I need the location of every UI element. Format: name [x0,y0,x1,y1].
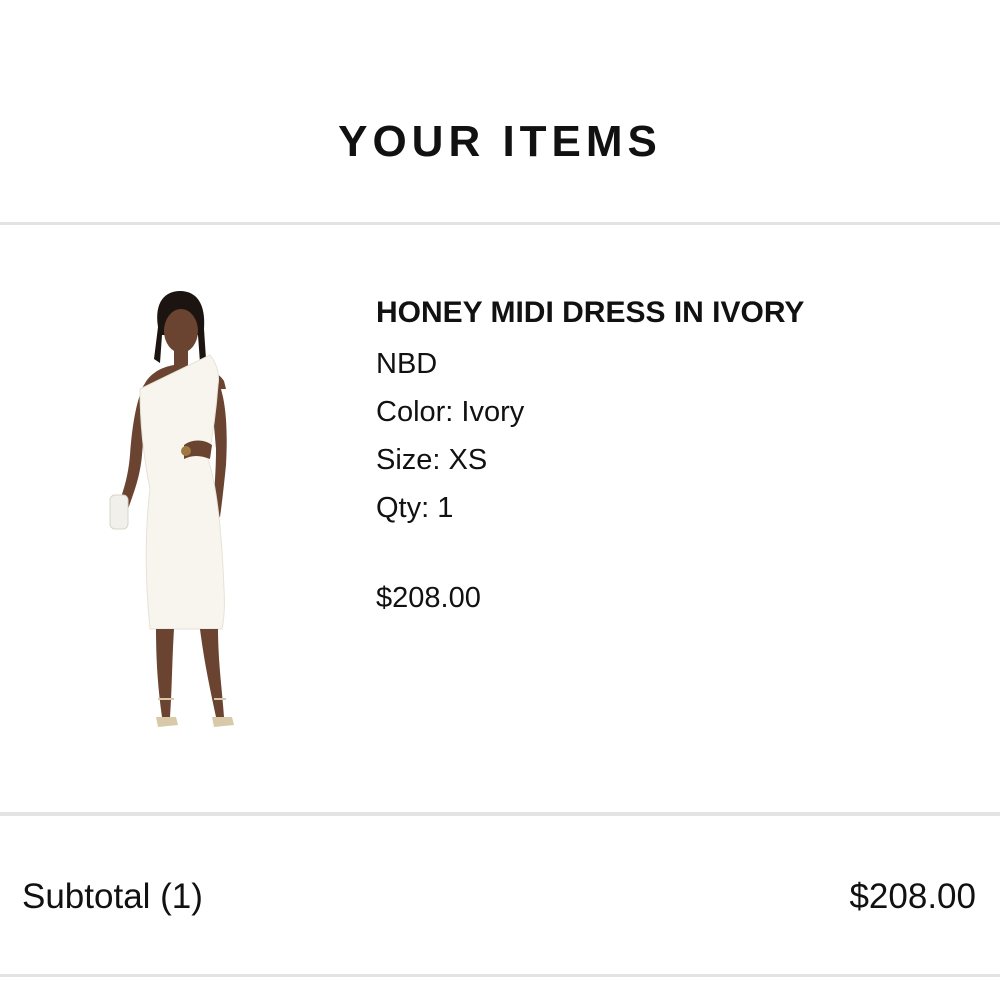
product-size: Size: XS [376,444,488,476]
product-color: Color: Ivory [376,396,525,428]
subtotal-row: Subtotal (1) $208.00 [0,867,1000,927]
product-price: $208.00 [376,582,481,614]
subtotal-label: Subtotal (1) [22,877,203,916]
cart-item-row: HONEY MIDI DRESS IN IVORY NBD Color: Ivo… [0,225,1000,812]
subtotal-value: $208.00 [849,877,976,916]
product-brand: NBD [376,348,438,380]
product-details: HONEY MIDI DRESS IN IVORY NBD Color: Ivo… [376,292,976,622]
order-items-page: YOUR ITEMS HONEY MIDI DRESS IN IVORY NBD… [0,0,1000,1000]
divider-bottom [0,974,1000,977]
product-name[interactable]: HONEY MIDI DRESS IN IVORY [376,292,976,340]
product-quantity: Qty: 1 [376,492,454,524]
page-title: YOUR ITEMS [338,117,662,166]
divider-middle [0,812,1000,816]
product-image[interactable] [100,289,256,741]
